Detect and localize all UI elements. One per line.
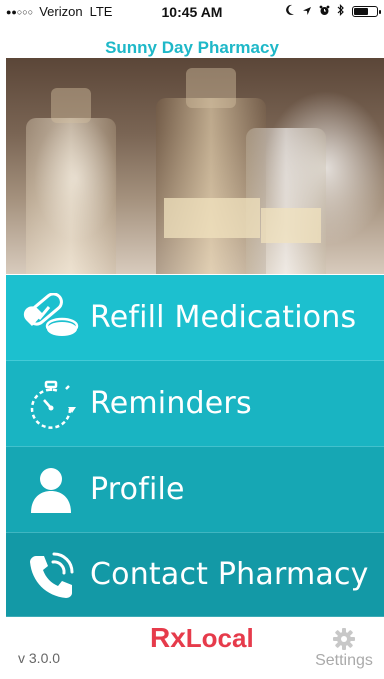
status-bar: ●●○○○ Verizon LTE 10:45 AM xyxy=(0,0,384,22)
menu-item-label: Reminders xyxy=(90,386,252,421)
menu-item-label: Profile xyxy=(90,472,185,507)
pill-icon xyxy=(16,288,86,348)
bluetooth-icon xyxy=(337,4,345,19)
menu-item-refill-medications[interactable]: Refill Medications xyxy=(6,275,384,361)
menu-item-label: Contact Pharmacy xyxy=(90,557,369,592)
battery-icon xyxy=(352,6,381,17)
alarm-icon xyxy=(319,5,330,19)
gear-icon xyxy=(314,627,374,651)
status-icons xyxy=(285,4,381,19)
menu-item-reminders[interactable]: Reminders xyxy=(6,361,384,447)
logo-text: Local xyxy=(185,623,254,653)
menu-item-label: Refill Medications xyxy=(90,300,357,335)
app-version: v 3.0.0 xyxy=(18,650,61,666)
menu-item-contact-pharmacy[interactable]: Contact Pharmacy xyxy=(6,533,384,617)
rxlocal-logo: Rx Local xyxy=(150,622,254,654)
settings-button[interactable]: Settings xyxy=(314,627,374,670)
settings-label: Settings xyxy=(315,652,373,669)
person-icon xyxy=(16,460,86,520)
main-menu: Refill Medications Reminders Profile Con… xyxy=(6,275,384,617)
page-title: Sunny Day Pharmacy xyxy=(105,38,279,57)
stopwatch-icon xyxy=(16,374,86,434)
hero-image xyxy=(6,58,384,274)
logo-rx: Rx xyxy=(150,622,186,653)
moon-icon xyxy=(285,4,295,19)
location-arrow-icon xyxy=(302,5,312,19)
phone-icon xyxy=(16,545,86,605)
menu-item-profile[interactable]: Profile xyxy=(6,447,384,533)
